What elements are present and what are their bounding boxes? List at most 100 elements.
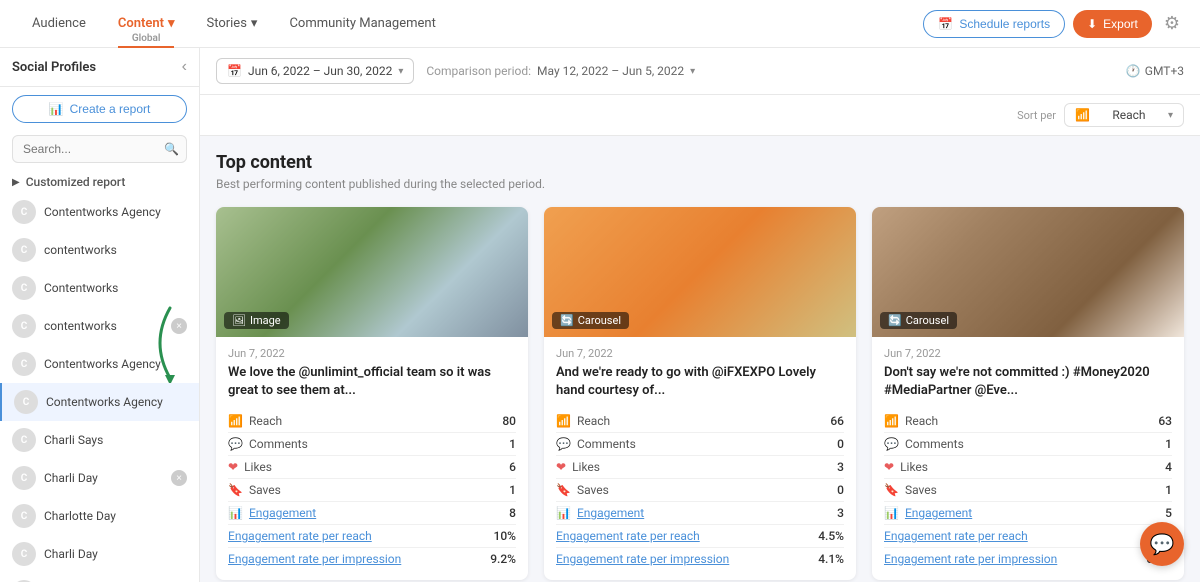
card-date: Jun 7, 2022 [556, 347, 844, 360]
calendar-icon: 📅 [227, 64, 242, 78]
card-metric-row: Engagement rate per reach10% [228, 525, 516, 548]
main-toolbar: 📅 Jun 6, 2022 – Jun 30, 2022 ▾ Compariso… [200, 48, 1200, 95]
top-content-title: Top content [216, 152, 1184, 173]
sidebar-items-list: CContentworks AgencyCcontentworksCConten… [0, 193, 199, 582]
clock-icon: 🕐 [1126, 64, 1141, 78]
metric-value: 4.1% [818, 552, 844, 566]
search-input[interactable] [12, 135, 187, 163]
card-metric-row: ❤Likes6 [228, 456, 516, 479]
card-metric-row: 📶Reach63 [884, 410, 1172, 433]
top-content-section: Top content Best performing content publ… [200, 136, 1200, 582]
metric-value: 1 [1165, 483, 1172, 497]
export-button[interactable]: ⬇ Export [1073, 10, 1152, 38]
nav-stories[interactable]: Stories ▾ [190, 0, 273, 48]
sidebar-item[interactable]: CCharli Day× [0, 459, 199, 497]
top-content-subtitle: Best performing content published during… [216, 177, 1184, 191]
card-metric-row: 💬Comments0 [556, 433, 844, 456]
card-type-badge: 🔄 Carousel [880, 312, 957, 329]
sidebar-item[interactable]: CContentworks Agency [0, 383, 199, 421]
nav-audience[interactable]: Audience [16, 0, 102, 48]
card-metric-row: 💬Comments1 [228, 433, 516, 456]
sidebar-item[interactable]: CCharli Says [0, 421, 199, 459]
search-icon: 🔍 [164, 142, 179, 156]
remove-item-button[interactable]: × [171, 318, 187, 334]
metric-value: 4.5% [818, 529, 844, 543]
sidebar-collapse-button[interactable]: ‹ [182, 58, 187, 76]
card-metric-row: 📊Engagement5 [884, 502, 1172, 525]
sort-select[interactable]: 📶 Reach ▾ [1064, 103, 1184, 127]
layout: Social Profiles ‹ 📊 Create a report 🔍 ▶ … [0, 48, 1200, 582]
content-card: 🖼 Image Jun 7, 2022 We love the @unlimint_… [216, 207, 528, 580]
settings-button[interactable]: ⚙ [1160, 9, 1184, 38]
card-type-badge: 🔄 Carousel [552, 312, 629, 329]
content-card: 🔄 Carousel Jun 7, 2022 And we're ready to … [544, 207, 856, 580]
card-image: 🔄 Carousel [872, 207, 1184, 337]
sidebar-item[interactable]: CCharlotte Day [0, 497, 199, 535]
sidebar-item[interactable]: CCharli Day [0, 535, 199, 573]
metric-value: 1 [1165, 437, 1172, 451]
content-cards-grid: 🖼 Image Jun 7, 2022 We love the @unlimint_… [216, 207, 1184, 580]
card-metric-row: ❤Likes3 [556, 456, 844, 479]
metric-value: 80 [502, 414, 516, 428]
card-title: We love the @unlimint_official team so i… [228, 364, 516, 400]
metric-value: 4 [1165, 460, 1172, 474]
metric-value: 3 [837, 460, 844, 474]
comparison-period-picker[interactable]: Comparison period: May 12, 2022 – Jun 5,… [426, 64, 695, 78]
metric-value: 63 [1158, 414, 1172, 428]
card-title: Don't say we're not committed :) #Money2… [884, 364, 1172, 400]
sidebar-header: Social Profiles ‹ [0, 48, 199, 87]
metric-value: 10% [494, 529, 516, 543]
schedule-icon: 📅 [938, 17, 953, 31]
sidebar-item[interactable]: CContentworks [0, 269, 199, 307]
sidebar: Social Profiles ‹ 📊 Create a report 🔍 ▶ … [0, 48, 200, 582]
chevron-down-icon: ▾ [1168, 110, 1173, 121]
card-type-badge: 🖼 Image [224, 312, 289, 329]
sidebar-item[interactable]: CContentworks Agency [0, 193, 199, 231]
header-actions: 📅 Schedule reports ⬇ Export ⚙ [923, 9, 1184, 38]
main-nav: Audience Content ▾ Global Stories ▾ Comm… [16, 0, 923, 48]
content-card: 🔄 Carousel Jun 7, 2022 Don't say we're not… [872, 207, 1184, 580]
card-metric-row: Engagement rate per impression4.1% [556, 548, 844, 570]
metric-value: 1 [509, 483, 516, 497]
card-metric-row: Engagement rate per impression9.2% [228, 548, 516, 570]
type-icon: 🔄 [560, 314, 574, 327]
sidebar-item[interactable]: Ccontentworks [0, 231, 199, 269]
card-metric-row: 🔖Saves0 [556, 479, 844, 502]
chat-bubble-button[interactable]: 💬 [1140, 522, 1184, 566]
chevron-down-icon: ▾ [398, 66, 403, 77]
schedule-reports-button[interactable]: 📅 Schedule reports [923, 10, 1065, 38]
card-metric-row: 🔖Saves1 [884, 479, 1172, 502]
sidebar-item[interactable]: Ccontentworks× [0, 307, 199, 345]
metric-value: 66 [830, 414, 844, 428]
card-title: And we're ready to go with @iFXEXPO Love… [556, 364, 844, 400]
type-icon: 🔄 [888, 314, 902, 327]
metric-value: 1 [509, 437, 516, 451]
card-date: Jun 7, 2022 [884, 347, 1172, 360]
card-metric-row: 📶Reach66 [556, 410, 844, 433]
timezone-display: 🕐 GMT+3 [1126, 64, 1184, 78]
customized-report-section[interactable]: ▶ Customized report [0, 171, 199, 193]
sidebar-item[interactable]: CContentworks Agency [0, 345, 199, 383]
card-metric-row: Engagement rate per impression6.8% [884, 548, 1172, 570]
card-metric-row: 📊Engagement3 [556, 502, 844, 525]
signal-icon: 📶 [1075, 108, 1090, 122]
card-metric-row: ❤Likes4 [884, 456, 1172, 479]
card-metric-row: Engagement rate per reach7.9% [884, 525, 1172, 548]
chevron-right-icon: ▶ [12, 177, 20, 188]
nav-community[interactable]: Community Management [273, 0, 451, 48]
remove-item-button[interactable]: × [171, 470, 187, 486]
card-image: 🖼 Image [216, 207, 528, 337]
sidebar-item[interactable]: Ccharlisays [0, 573, 199, 582]
nav-content[interactable]: Content ▾ Global [102, 0, 191, 48]
card-image: 🔄 Carousel [544, 207, 856, 337]
sort-bar: Sort per 📶 Reach ▾ [200, 95, 1200, 136]
card-metric-row: Engagement rate per reach4.5% [556, 525, 844, 548]
metric-value: 6 [509, 460, 516, 474]
date-range-picker[interactable]: 📅 Jun 6, 2022 – Jun 30, 2022 ▾ [216, 58, 414, 84]
card-metric-row: 💬Comments1 [884, 433, 1172, 456]
create-report-button[interactable]: 📊 Create a report [12, 95, 187, 123]
card-metric-row: 🔖Saves1 [228, 479, 516, 502]
main-content: 📅 Jun 6, 2022 – Jun 30, 2022 ▾ Compariso… [200, 48, 1200, 582]
type-icon: 🖼 [232, 314, 246, 327]
card-date: Jun 7, 2022 [228, 347, 516, 360]
